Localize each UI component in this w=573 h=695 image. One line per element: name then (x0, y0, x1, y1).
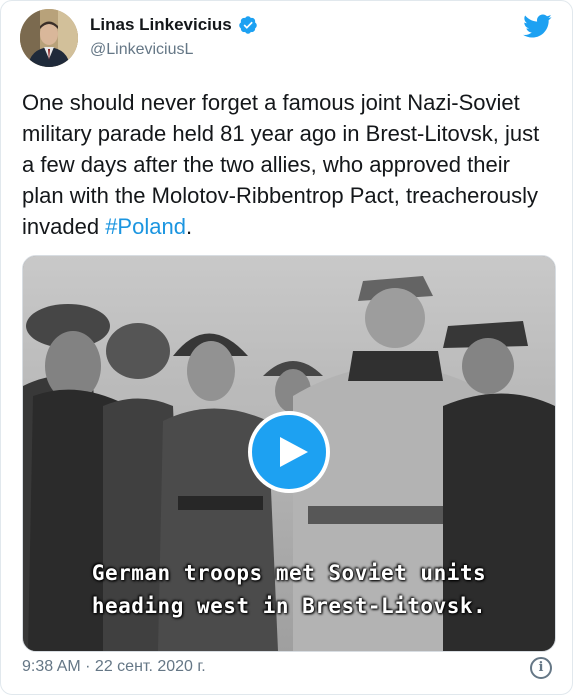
author-handle[interactable]: @LinkeviciusL (90, 41, 193, 59)
tweet-text: One should never forget a famous joint N… (22, 87, 557, 242)
info-icon[interactable]: i (530, 657, 552, 679)
tweet-body: One should never forget a famous joint N… (22, 90, 540, 239)
hashtag-link[interactable]: #Poland (105, 214, 186, 239)
tweet-timestamp[interactable]: 9:38 AM · 22 сент. 2020 г. (22, 658, 206, 676)
tweet-text-end: . (185, 214, 193, 239)
play-icon (280, 437, 308, 467)
video-subtitle-line-1: German troops met Soviet units (91, 561, 487, 585)
author-name-row[interactable]: Linas Linkevicius (90, 15, 258, 35)
tweet-card: Linas Linkevicius @LinkeviciusL One shou… (0, 0, 573, 695)
twitter-bird-icon[interactable] (522, 13, 552, 39)
avatar[interactable] (20, 9, 78, 67)
author-display-name[interactable]: Linas Linkevicius (90, 15, 232, 35)
video-subtitle-line-2: heading west in Brest-Litovsk. (91, 594, 487, 618)
play-button[interactable] (248, 411, 330, 493)
verified-badge-icon (238, 15, 258, 35)
video-player[interactable]: German troops met Soviet units heading w… (22, 255, 556, 652)
